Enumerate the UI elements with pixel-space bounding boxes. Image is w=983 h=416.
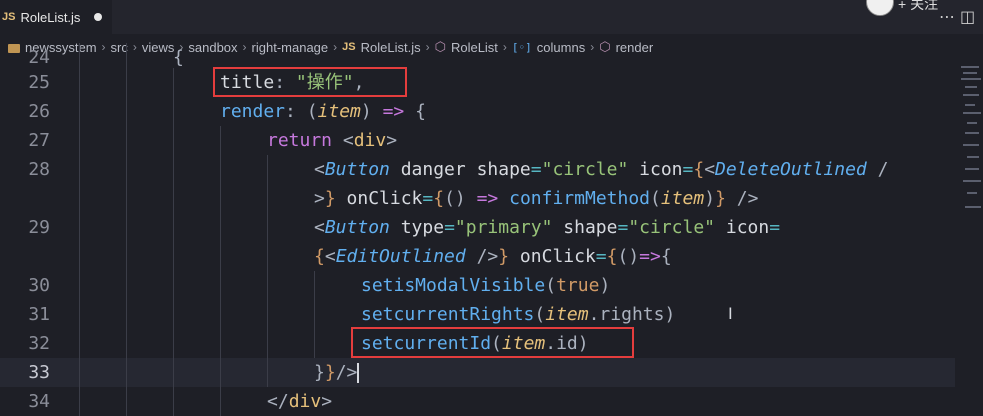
code-text: setcurrentId(item.id) [361, 333, 589, 354]
code-line: 29 <Button type="primary" shape="circle"… [0, 213, 955, 242]
line-number: 31 [28, 304, 50, 325]
line-number: 29 [28, 217, 50, 238]
code-line: 32 setcurrentId(item.id) [0, 329, 955, 358]
line-number: 33 [28, 362, 50, 383]
code-text: </div> [267, 391, 333, 412]
follow-overlay-text[interactable]: + 关注 [898, 0, 938, 14]
text-cursor [357, 363, 360, 383]
code-text: }}/> [314, 362, 360, 383]
code-text: <Button danger shape="circle" icon={<Del… [314, 159, 889, 180]
more-actions-icon[interactable]: ⋯ [939, 7, 955, 26]
unsaved-dot-icon[interactable] [94, 13, 103, 21]
line-number: 32 [28, 333, 50, 354]
line-number: 28 [28, 159, 50, 180]
code-line-wrap: {<EditOutlined />} onClick={()=>{ [0, 242, 955, 271]
code-line: 25 title: "操作", [0, 68, 955, 97]
line-number: 25 [28, 72, 50, 93]
code-editor[interactable]: 24 { 25 title: "操作", 26 render: (item) =… [0, 43, 955, 416]
code-line: 28 <Button danger shape="circle" icon={<… [0, 155, 955, 184]
code-line-wrap: >} onClick={() => confirmMethod(item)} /… [0, 184, 955, 213]
line-number: 34 [28, 391, 50, 412]
code-text: {<EditOutlined />} onClick={()=>{ [314, 246, 672, 267]
code-line: 26 render: (item) => { [0, 97, 955, 126]
line-number: 30 [28, 275, 50, 296]
line-number: 26 [28, 101, 50, 122]
code-text: setisModalVisible(true) [361, 275, 611, 296]
split-editor-icon[interactable]: ◫ [960, 7, 975, 26]
code-line: 30 setisModalVisible(true) [0, 271, 955, 300]
code-text: >} onClick={() => confirmMethod(item)} /… [314, 188, 759, 209]
code-text: return <div> [267, 130, 398, 151]
code-line: 27 return <div> [0, 126, 955, 155]
code-line: 31 setcurrentRights(item.rights) [0, 300, 955, 329]
code-text: title: "操作", [220, 72, 365, 93]
avatar[interactable] [866, 0, 894, 16]
code-line: 34 </div> [0, 387, 955, 416]
tab-bar: JS RoleList.js + 关注 ⋯ ◫ [0, 0, 983, 34]
current-code-line: 33 }}/> [0, 358, 955, 387]
code-text: render: (item) => { [220, 101, 426, 122]
js-file-icon: JS [2, 11, 16, 23]
line-number: 27 [28, 130, 50, 151]
mouse-ibeam-cursor-icon: I [728, 304, 733, 323]
code-text: setcurrentRights(item.rights) [361, 304, 676, 325]
tab-label: RoleList.js [20, 9, 81, 25]
tab-rolelist[interactable]: JS RoleList.js [0, 0, 112, 34]
minimap[interactable] [955, 60, 983, 401]
code-text: <Button type="primary" shape="circle" ic… [314, 217, 781, 238]
